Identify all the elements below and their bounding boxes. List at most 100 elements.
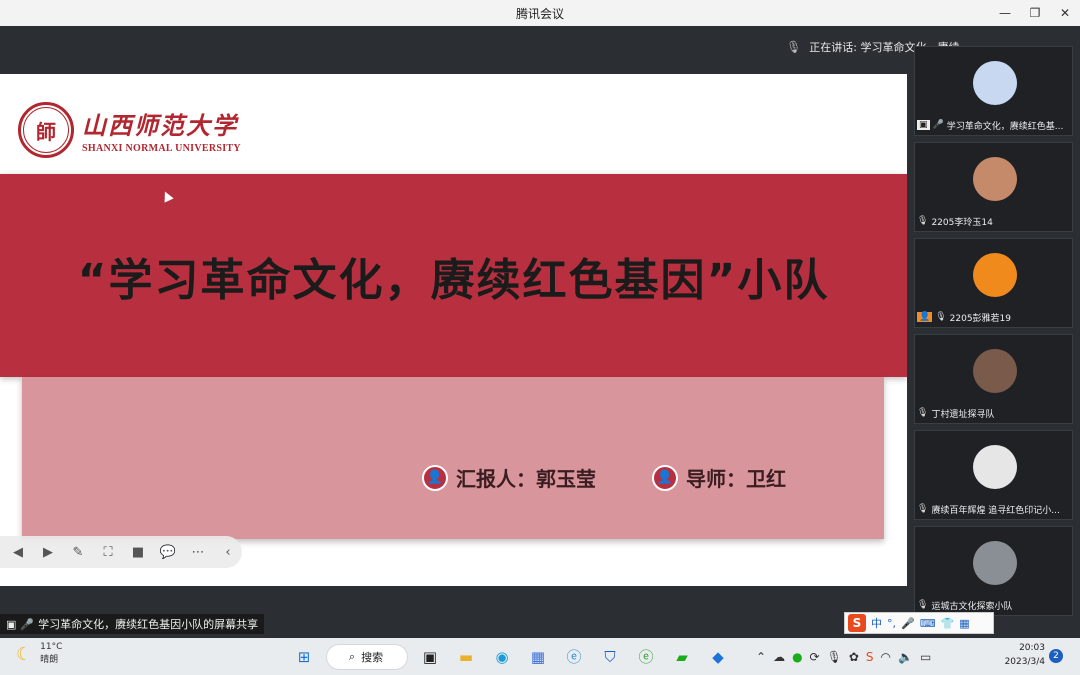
microphone-icon: 🎙 (786, 40, 802, 54)
screen-share-icon: ▣ (6, 617, 17, 631)
taskbar-search[interactable]: ⌕ 搜索 (326, 643, 408, 670)
close-icon[interactable]: ✕ (1050, 0, 1080, 26)
browser-icon[interactable]: ⓔ (560, 643, 588, 671)
search-icon: ⌕ (349, 649, 356, 663)
screen-share-caption: ▣ 🎤 学习革命文化，赓续红色基因小队的屏幕共享 (0, 614, 265, 634)
wechat-icon[interactable]: ▰ (668, 643, 696, 671)
window-title: 腾讯会议 (515, 6, 564, 21)
date: 2023/3/4 (1004, 657, 1045, 667)
microphone-muted-icon: 🎙 (917, 216, 929, 226)
window-titlebar: 腾讯会议 — ❐ ✕ (0, 0, 1080, 26)
avatar (973, 61, 1017, 105)
temperature: 11°C (40, 642, 63, 652)
notification-badge[interactable]: 2 (1049, 649, 1063, 663)
more-icon[interactable]: ⋯ (188, 542, 208, 562)
previous-icon[interactable]: ◀ (8, 542, 28, 562)
microphone-muted-icon: 🎙 (917, 408, 929, 418)
app-tray-icon[interactable]: ✿ (849, 650, 859, 664)
sync-icon[interactable]: ⟳ (810, 650, 820, 664)
voice-icon[interactable]: 🎤 (901, 617, 915, 630)
university-seal-icon: 師 (18, 102, 74, 158)
avatar (973, 349, 1017, 393)
microphone-icon: 🎤 (932, 120, 944, 130)
ime-toolbar: S 中 °, 🎤 ⌨ 👕 ▦ (844, 612, 994, 634)
university-name-en: SHANXI NORMAL UNIVERSITY (82, 143, 241, 154)
participant-name: 赓续百年辉煌 追寻红色印记小... (931, 505, 1060, 516)
participant-name: 2205彭雅若19 (949, 313, 1012, 324)
store-icon[interactable]: ▦ (524, 643, 552, 671)
task-view-icon[interactable]: ▣ (416, 643, 444, 671)
edge-icon[interactable]: ◉ (488, 643, 516, 671)
advisor-text: 导师：卫红 (686, 467, 786, 491)
taskbar-apps: ⊞ ⌕ 搜索 ▣ ▬ ◉ ▦ ⓔ ⛉ ⓔ ▰ ◆ (290, 641, 732, 672)
moon-icon: ☾ (16, 643, 33, 665)
play-icon[interactable]: ▶ (38, 542, 58, 562)
start-icon[interactable]: ⊞ (290, 643, 318, 671)
wifi-icon[interactable]: ◠ (881, 650, 891, 664)
file-explorer-icon[interactable]: ▬ (452, 643, 480, 671)
university-logo: 師 山西师范大学 SHANXI NORMAL UNIVERSITY (18, 102, 241, 158)
advisor-info: 👤 导师：卫红 (652, 463, 786, 492)
share-caption-text: 学习革命文化，赓续红色基因小队的屏幕共享 (38, 618, 259, 631)
wechat-tray-icon[interactable]: ● (792, 650, 802, 664)
microphone-muted-icon: 🎙 (935, 312, 947, 322)
comment-icon[interactable]: 💬 (158, 542, 178, 562)
participant-name: 2205李玲玉14 (931, 217, 993, 228)
reporter-info: 👤 汇报人：郭玉莹 (422, 463, 596, 492)
microphone-icon: 🎤 (20, 617, 35, 631)
restore-icon[interactable]: ❐ (1020, 0, 1050, 26)
window-controls: — ❐ ✕ (990, 0, 1080, 26)
participant-tile[interactable]: 🎙 赓续百年辉煌 追寻红色印记小... (914, 430, 1073, 520)
participant-tile[interactable]: 🎙 丁村遗址探寻队 (914, 334, 1073, 424)
keyboard-icon[interactable]: ⌨ (920, 617, 936, 630)
participant-name: 运城古文化探索小队 (931, 601, 1013, 612)
search-label: 搜索 (361, 650, 384, 664)
title-banner: “学习革命文化，赓续红色基因”小队 (0, 174, 907, 377)
avatar (973, 541, 1017, 585)
weather-condition: 晴朗 (40, 655, 59, 665)
participant-tile[interactable]: 👤 🎙 2205彭雅若19 (914, 238, 1073, 328)
participant-tile[interactable]: 🎙 2205李玲玉14 (914, 142, 1073, 232)
avatar (973, 157, 1017, 201)
screen-share-icon: ▣ (917, 120, 930, 130)
ime-mode[interactable]: 中 (871, 615, 882, 631)
minimize-icon[interactable]: — (990, 0, 1020, 26)
camera-icon[interactable]: ■ (128, 542, 148, 562)
cloud-icon[interactable]: ☁ (773, 650, 785, 664)
skin-icon[interactable]: 👕 (941, 617, 955, 630)
microphone-icon[interactable]: 🎙 (827, 650, 842, 664)
avatar (973, 253, 1017, 297)
shared-screen[interactable]: 師 山西师范大学 SHANXI NORMAL UNIVERSITY “学习革命文… (0, 74, 907, 586)
person-icon: 👤 (422, 464, 448, 491)
tencent-meeting-icon[interactable]: ◆ (704, 643, 732, 671)
ie-icon[interactable]: ⓔ (632, 643, 660, 671)
pen-icon[interactable]: ✎ (68, 542, 88, 562)
sogou-tray-icon[interactable]: S (866, 650, 874, 664)
participant-name: 丁村遗址探寻队 (931, 409, 995, 420)
screenshot-icon[interactable]: ⛶ (98, 542, 118, 562)
weather-widget[interactable]: ☾ 11°C 晴朗 (16, 641, 62, 667)
university-name-cn: 山西师范大学 (82, 111, 238, 140)
toolbox-icon[interactable]: ▦ (959, 617, 969, 630)
punctuation-icon[interactable]: °, (887, 617, 896, 630)
participant-list: ▣ 🎤 学习革命文化，赓续红色基... 🎙 2205李玲玉14 👤 🎙 2205… (914, 42, 1074, 617)
presenter-panel: 👤 汇报人：郭玉莹 👤 导师：卫红 (22, 377, 884, 539)
participant-tile[interactable]: 🎙 运城古文化探索小队 (914, 526, 1073, 616)
volume-icon[interactable]: 🔈 (898, 650, 913, 664)
avatar (973, 445, 1017, 489)
slide-toolbar: ◀ ▶ ✎ ⛶ ■ 💬 ⋯ ‹ (0, 536, 242, 568)
time: 20:03 (1019, 643, 1045, 653)
clock[interactable]: 20:03 2023/3/4 (1000, 641, 1045, 669)
microphone-muted-icon: 🎙 (917, 504, 929, 514)
chevron-up-icon[interactable]: ⌃ (756, 650, 766, 664)
slide-title: “学习革命文化，赓续红色基因”小队 (77, 254, 830, 306)
participant-name: 学习革命文化，赓续红色基... (946, 121, 1064, 132)
taskbar: ☾ 11°C 晴朗 ⊞ ⌕ 搜索 ▣ ▬ ◉ ▦ ⓔ ⛉ ⓔ ▰ ◆ ⌃ ☁ ●… (0, 638, 1080, 675)
person-icon: 👤 (652, 464, 678, 491)
sogou-icon[interactable]: S (848, 614, 866, 632)
security-icon[interactable]: ⛉ (596, 643, 624, 671)
battery-icon[interactable]: ▭ (920, 650, 931, 664)
meeting-area: 🎙 正在讲话: 学习革命文化，赓续... 師 山西师范大学 SHANXI NOR… (0, 26, 1080, 638)
participant-tile[interactable]: ▣ 🎤 学习革命文化，赓续红色基... (914, 46, 1073, 136)
collapse-icon[interactable]: ‹ (218, 542, 238, 562)
